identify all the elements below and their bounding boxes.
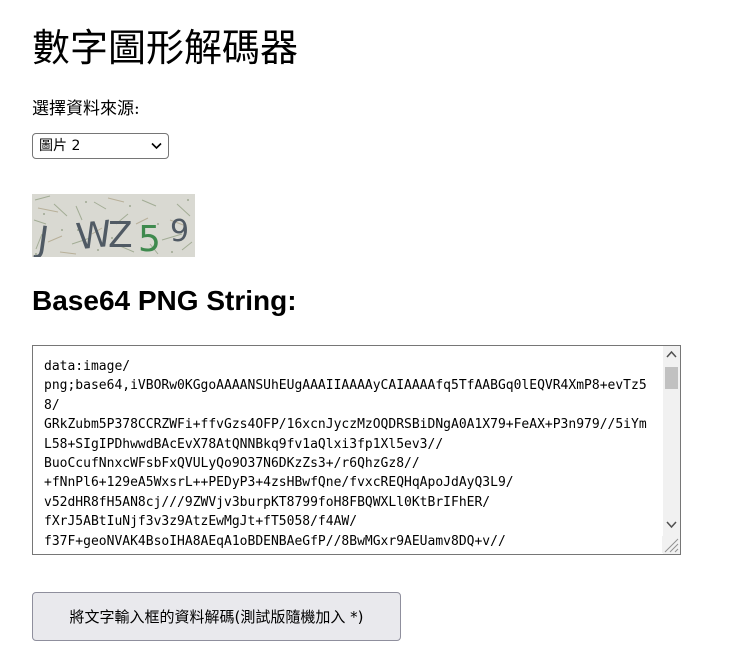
chevron-down-icon xyxy=(151,142,162,150)
base64-textarea-content: data:image/ png;base64,iVBORw0KGgoAAAANS… xyxy=(44,359,647,554)
decode-button[interactable]: 將文字輸入框的資料解碼(測試版隨機加入 *) xyxy=(32,592,401,641)
base64-textarea[interactable]: data:image/ png;base64,iVBORw0KGgoAAAANS… xyxy=(32,345,681,555)
scrollbar-thumb[interactable] xyxy=(665,367,678,389)
captcha-char: 5 xyxy=(138,219,161,257)
captcha-image: J W Z 5 9 xyxy=(32,194,195,257)
source-select[interactable]: 圖片 2 xyxy=(32,133,169,159)
captcha-char: 9 xyxy=(170,214,189,249)
base64-heading: Base64 PNG String: xyxy=(32,285,297,316)
source-select-label: 選擇資料來源: xyxy=(32,99,140,119)
captcha-char: Z xyxy=(108,215,133,256)
page-title: 數字圖形解碼器 xyxy=(32,26,299,70)
source-select-value: 圖片 2 xyxy=(39,138,81,154)
captcha-graphic: J W Z 5 9 xyxy=(32,194,195,257)
triangle-down-icon[interactable] xyxy=(663,516,680,533)
textarea-scrollbar[interactable] xyxy=(663,346,680,554)
triangle-up-icon[interactable] xyxy=(663,346,680,363)
resize-grip-icon[interactable] xyxy=(662,536,679,553)
